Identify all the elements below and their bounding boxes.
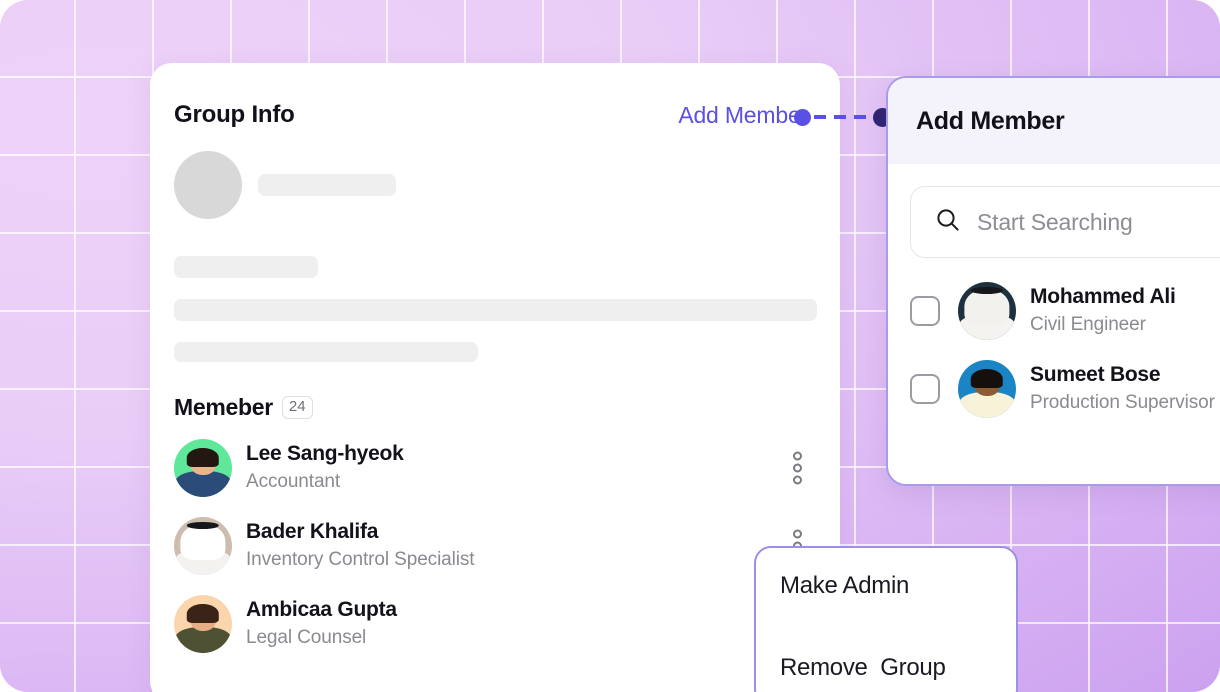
candidate-list-item[interactable]: Sumeet Bose Production Supervisor xyxy=(910,350,1220,428)
add-member-panel: Add Member Start Searching Mohammed Ali … xyxy=(886,76,1220,486)
candidate-role: Civil Engineer xyxy=(1030,314,1146,336)
candidate-list-item[interactable]: Mohammed Ali Civil Engineer xyxy=(910,272,1220,350)
avatar-illustration xyxy=(174,517,232,575)
add-member-panel-title: Add Member xyxy=(916,106,1065,135)
connector-dashes xyxy=(814,115,870,119)
search-placeholder-text: Start Searching xyxy=(977,208,1133,235)
member-list: Lee Sang-hyeok Accountant Bader Khalifa … xyxy=(150,421,840,663)
member-role: Inventory Control Specialist xyxy=(246,549,475,571)
member-context-menu: Make Admin Remove Group xyxy=(754,546,1018,692)
skeleton-profile-row xyxy=(174,151,816,219)
member-meta: Bader Khalifa Inventory Control Speciali… xyxy=(246,519,475,573)
avatar xyxy=(174,439,232,497)
add-member-link[interactable]: Add Member xyxy=(678,102,808,129)
candidate-name: Sumeet Bose xyxy=(1030,363,1161,387)
add-member-panel-header: Add Member xyxy=(888,78,1220,164)
member-name: Ambicaa Gupta xyxy=(246,598,397,622)
avatar xyxy=(958,360,1016,418)
candidate-checkbox[interactable] xyxy=(910,296,940,326)
skeleton-bar-2 xyxy=(174,299,817,321)
search-icon xyxy=(935,207,961,238)
skeleton-bar-1 xyxy=(174,256,318,278)
member-name: Lee Sang-hyeok xyxy=(246,442,404,466)
connector-start-dot xyxy=(794,108,811,126)
member-meta: Ambicaa Gupta Legal Counsel xyxy=(246,597,397,651)
candidate-meta: Mohammed Ali Civil Engineer xyxy=(1030,284,1176,338)
avatar-illustration xyxy=(174,595,232,653)
candidate-meta: Sumeet Bose Production Supervisor xyxy=(1030,362,1215,416)
member-section-label: Memeber xyxy=(174,394,273,420)
menu-item-make-admin[interactable]: Make Admin xyxy=(780,572,1016,600)
member-options-icon[interactable] xyxy=(793,451,802,485)
search-input[interactable]: Start Searching xyxy=(910,186,1220,258)
member-section-header: Memeber 24 xyxy=(150,362,840,421)
skeleton-avatar xyxy=(174,151,242,219)
page-title: Group Info xyxy=(174,101,295,128)
group-details-skeleton xyxy=(150,129,840,362)
avatar xyxy=(958,282,1016,340)
connector-line xyxy=(794,107,892,127)
avatar-illustration xyxy=(958,360,1016,418)
member-count-badge: 24 xyxy=(281,395,313,420)
candidate-list: Mohammed Ali Civil Engineer Sumeet Bose … xyxy=(888,258,1220,428)
avatar-illustration xyxy=(958,282,1016,340)
app-background: Group Info Add Member Memeber 24 Lee San… xyxy=(0,0,1220,692)
group-info-card: Group Info Add Member Memeber 24 Lee San… xyxy=(150,63,840,692)
candidate-role: Production Supervisor xyxy=(1030,392,1215,414)
member-role: Legal Counsel xyxy=(246,627,367,649)
group-info-header: Group Info Add Member xyxy=(150,63,840,129)
skeleton-name-bar xyxy=(258,174,396,196)
avatar-illustration xyxy=(174,439,232,497)
search-area: Start Searching xyxy=(888,164,1220,258)
candidate-checkbox[interactable] xyxy=(910,374,940,404)
candidate-name: Mohammed Ali xyxy=(1030,285,1176,309)
member-list-item[interactable]: Lee Sang-hyeok Accountant xyxy=(150,429,840,507)
menu-item-remove-group[interactable]: Remove Group xyxy=(780,654,1016,682)
member-name: Bader Khalifa xyxy=(246,520,379,544)
member-role: Accountant xyxy=(246,471,341,493)
avatar xyxy=(174,517,232,575)
avatar xyxy=(174,595,232,653)
member-list-item[interactable]: Bader Khalifa Inventory Control Speciali… xyxy=(150,507,840,585)
skeleton-bar-3 xyxy=(174,342,478,362)
member-list-item[interactable]: Ambicaa Gupta Legal Counsel xyxy=(150,585,840,663)
member-meta: Lee Sang-hyeok Accountant xyxy=(246,441,404,495)
